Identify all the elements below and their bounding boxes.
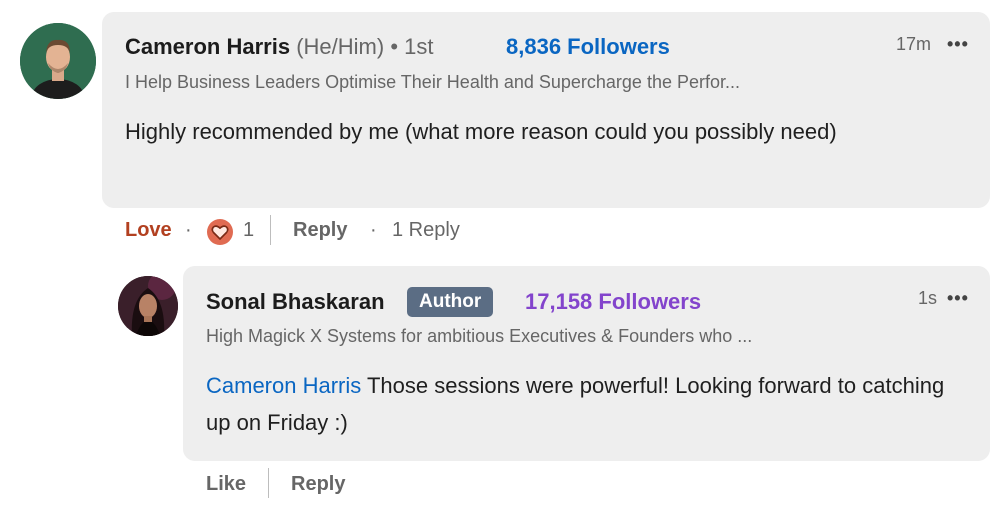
heart-reaction-icon[interactable]	[206, 218, 234, 246]
reply-timestamp: 1s	[918, 288, 938, 308]
reply-author-name[interactable]: Sonal Bhaskaran	[206, 289, 385, 315]
comment-author-pronouns: (He/Him)	[296, 34, 385, 59]
avatar-cameron-harris[interactable]	[20, 23, 96, 99]
comment-author-name-text[interactable]: Cameron Harris	[125, 34, 290, 59]
person-photo-icon	[118, 276, 178, 336]
comment-timestamp: 17m	[896, 34, 932, 54]
comment-author-headline: I Help Business Leaders Optimise Their H…	[125, 72, 740, 92]
action-divider	[268, 468, 269, 498]
reply-author-headline: High Magick X Systems for ambitious Exec…	[206, 326, 753, 346]
like-button[interactable]: Like	[206, 473, 246, 496]
mention-link[interactable]: Cameron Harris	[206, 373, 361, 398]
reaction-count[interactable]: 1	[243, 219, 254, 242]
reply-button[interactable]: Reply	[293, 219, 347, 242]
comment-more-options-icon[interactable]: •••	[947, 34, 969, 55]
reply-author-followers[interactable]: 17,158 Followers	[525, 289, 701, 315]
reply-text-block: Cameron Harris Those sessions were power…	[206, 367, 966, 441]
comment-text: Highly recommended by me (what more reas…	[125, 119, 837, 144]
comment-author-name[interactable]: Cameron Harris (He/Him) • 1st	[125, 34, 434, 60]
action-divider	[270, 215, 271, 245]
separator-dot: ·	[370, 219, 377, 241]
reply-count-link[interactable]: 1 Reply	[392, 219, 460, 242]
love-reaction-button[interactable]: Love	[125, 219, 172, 242]
reply-button[interactable]: Reply	[291, 473, 345, 496]
connection-degree: • 1st	[390, 34, 434, 59]
reply-more-options-icon[interactable]: •••	[947, 288, 969, 309]
person-photo-icon	[20, 23, 96, 99]
comment-author-followers[interactable]: 8,836 Followers	[506, 34, 670, 60]
separator-dot: ·	[185, 219, 192, 241]
author-badge: Author	[407, 287, 494, 317]
avatar-sonal-bhaskaran[interactable]	[118, 276, 178, 336]
